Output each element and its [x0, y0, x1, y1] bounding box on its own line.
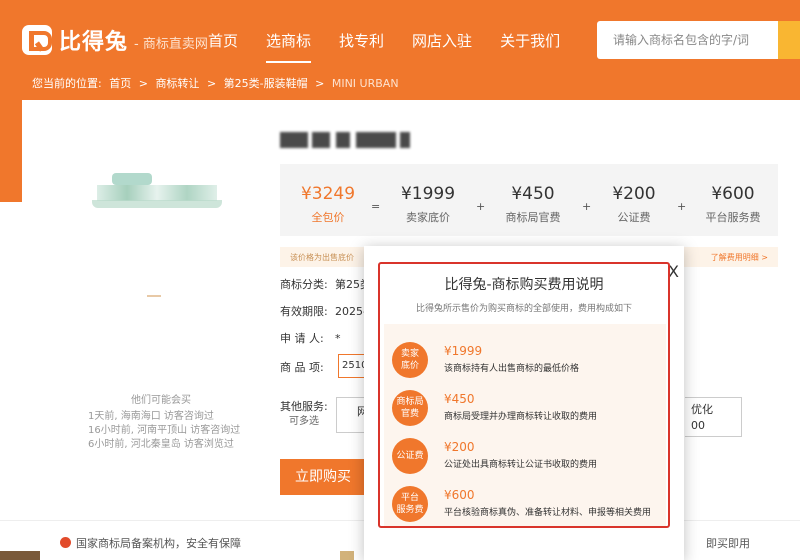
fee-amount: ¥1999 [444, 344, 483, 358]
category-label: 商标分类: [280, 278, 328, 291]
trademark-image [92, 173, 222, 209]
nav-home[interactable]: 首页 [208, 30, 238, 63]
applicant-row: 申 请 人: * [280, 330, 341, 346]
category-row: 商标分类: 第25类 [280, 276, 371, 292]
service-option-1[interactable]: 网 [336, 397, 368, 433]
validity-label: 有效期限: [280, 305, 328, 318]
seller-price-value: ¥1999 [400, 184, 456, 204]
visit-item: 6小时前, 河北秦皇岛 访客浏览过 [88, 439, 234, 450]
fee-description: 平台核验商标真伪、准备转让材料、申报等相关费用 [444, 508, 652, 518]
guarantee-item: 国家商标局备案机构，安全有保障 [60, 535, 241, 551]
breadcrumb-sep: > [138, 77, 148, 90]
notary-fee-label: 公证费 [617, 211, 651, 224]
bottom-thumbnail [340, 551, 354, 560]
seller-price: ¥1999 卖家底价 [396, 184, 460, 225]
notary-fee-value: ¥200 [612, 184, 656, 204]
notary-fee: ¥200 公证费 [604, 184, 664, 225]
search-input[interactable] [597, 21, 777, 59]
breadcrumb-sep: > [315, 77, 325, 90]
office-fee-value: ¥450 [511, 184, 555, 204]
rabbit-logo-icon [22, 25, 52, 55]
notice-text: 该价格为出售底价 [290, 253, 354, 262]
service-option-2-line1: 优化 [691, 403, 713, 416]
fee-amount: ¥450 [444, 392, 475, 406]
trademark-name-blurred [280, 132, 420, 148]
top-header: 比得兔 - 商标直卖网 首页 选商标 找专利 网店入驻 关于我们 [0, 0, 800, 78]
total-price-value: ¥3249 [300, 184, 356, 204]
breadcrumb-home[interactable]: 首页 [109, 77, 131, 90]
fee-list: 卖家 底价 ¥1999 该商标持有人出售商标的最低价格 商标局 官费 ¥450 商标… [384, 324, 666, 526]
buy-now-button[interactable]: 立即购买 [280, 459, 366, 495]
breadcrumb-prefix: 您当前的位置: [32, 77, 102, 90]
modal-subtitle: 比得兔所示售价为购买商标的全部使用，费用构成如下 [415, 304, 632, 314]
platform-fee-value: ¥600 [711, 184, 755, 204]
nav-find-patent[interactable]: 找专利 [339, 30, 384, 63]
fee-badge: 平台 服务费 [392, 486, 428, 522]
nav-about[interactable]: 关于我们 [500, 30, 560, 63]
fee-description: 该商标持有人出售商标的最低价格 [444, 364, 580, 374]
instant-use-item: 即买即用 [706, 537, 750, 550]
nav-select-trademark[interactable]: 选商标 [266, 30, 312, 63]
search-button[interactable] [778, 21, 800, 59]
modal-title: 比得兔-商标购买费用说明 [444, 277, 604, 293]
breadcrumb-current: MINI URBAN [331, 77, 399, 90]
office-fee-label: 商标局官费 [505, 211, 561, 224]
plus-sign: + [476, 200, 486, 213]
image-divider [147, 295, 161, 297]
brand-name: 比得兔 [59, 30, 129, 55]
fee-badge: 公证费 [392, 438, 428, 474]
brand-logo[interactable]: 比得兔 - 商标直卖网 [22, 24, 208, 56]
bottom-thumbnail [0, 551, 40, 560]
fee-amount: ¥200 [444, 440, 475, 454]
breadcrumb-sep: > [206, 77, 217, 90]
fee-description: 商标局受理并办理商标转让收取的费用 [444, 412, 598, 422]
total-price: ¥3249 全包价 [298, 184, 358, 225]
breadcrumb-transfer[interactable]: 商标转让 [155, 77, 199, 90]
fee-badge: 商标局 官费 [392, 390, 428, 426]
service-option-2-line2: 00 [691, 419, 705, 432]
plus-sign: + [677, 200, 687, 213]
office-fee: ¥450 商标局官费 [498, 184, 568, 225]
goods-label: 商 品 项: [280, 361, 324, 374]
total-price-label: 全包价 [311, 211, 345, 224]
validity-value: 2025- [335, 305, 367, 318]
plus-sign: + [582, 200, 592, 213]
maybe-buy-title: 他们可能会买 [131, 395, 191, 406]
goods-row: 商 品 项: 2510 [280, 354, 408, 378]
search-box [597, 21, 800, 59]
platform-fee: ¥600 平台服务费 [700, 184, 766, 225]
equals-sign: = [371, 200, 381, 213]
guarantee-text: 国家商标局备案机构，安全有保障 [76, 537, 241, 550]
services-sub: 可多选 [289, 416, 319, 427]
breadcrumb: 您当前的位置: 首页 > 商标转让 > 第25类-服装鞋帽 > MINI URB… [0, 78, 800, 98]
visit-item: 1天前, 海南海口 访客咨询过 [88, 411, 214, 422]
nav-store-join[interactable]: 网店入驻 [412, 30, 472, 63]
fee-description: 公证处出具商标转让公证书收取的费用 [444, 460, 598, 470]
fee-explanation-modal: 比得兔-商标购买费用说明 比得兔所示售价为购买商标的全部使用，费用构成如下 卖家… [378, 262, 670, 528]
price-bar: ¥3249 全包价 = ¥1999 卖家底价 + ¥450 商标局官费 + ¥2… [280, 164, 778, 236]
applicant-label: 申 请 人: [280, 332, 324, 345]
platform-fee-label: 平台服务费 [705, 211, 761, 224]
fee-detail-link[interactable]: 了解费用明细 > [711, 252, 768, 263]
fee-badge: 卖家 底价 [392, 342, 428, 378]
fee-amount: ¥600 [444, 488, 475, 502]
shield-icon [60, 537, 71, 548]
visit-item: 16小时前, 河南平顶山 访客咨询过 [88, 425, 241, 436]
applicant-value: * [335, 332, 341, 345]
brand-slogan: - 商标直卖网 [134, 36, 208, 52]
seller-price-label: 卖家底价 [406, 211, 450, 224]
visit-log: 1天前, 海南海口 访客咨询过 16小时前, 河南平顶山 访客咨询过 6小时前,… [88, 410, 240, 452]
service-option-2[interactable]: 优化 00 [685, 397, 742, 437]
validity-row: 有效期限: 2025- [280, 303, 367, 319]
breadcrumb-class25[interactable]: 第25类-服装鞋帽 [224, 77, 308, 90]
main-nav: 首页 选商标 找专利 网店入驻 关于我们 [208, 30, 588, 63]
